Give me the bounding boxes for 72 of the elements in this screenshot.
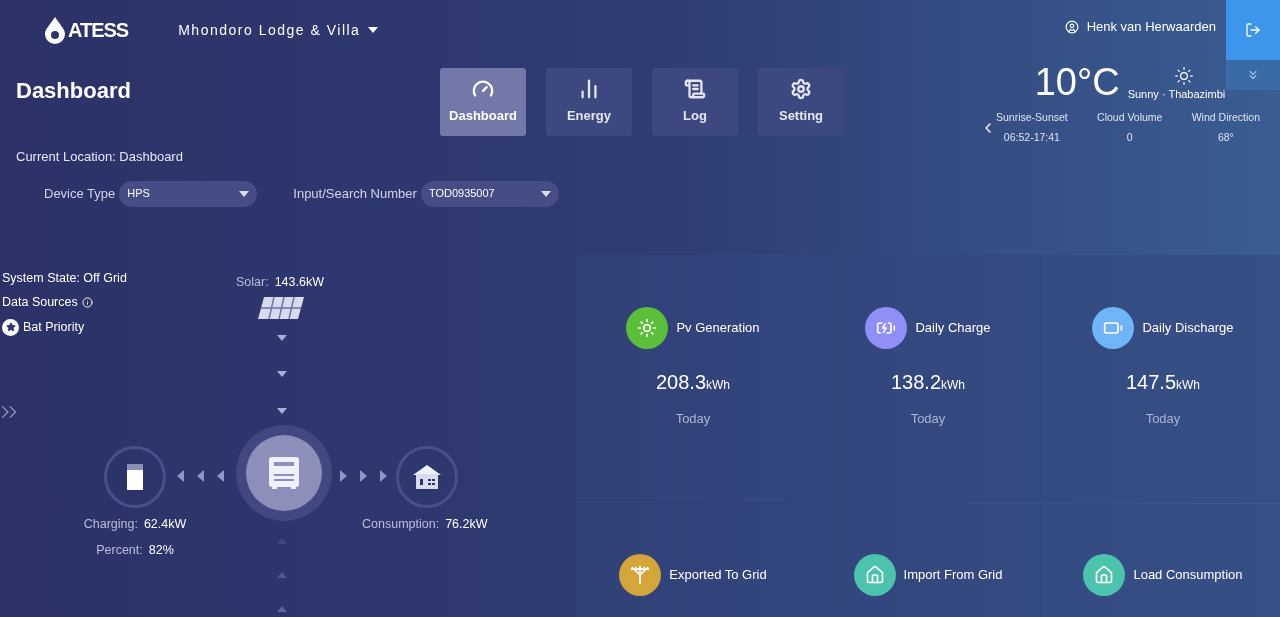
flow-arrow-icon xyxy=(177,469,184,482)
flow-arrow-icon xyxy=(217,469,224,482)
solar-panel-icon xyxy=(258,296,304,319)
stat-label: Pv Generation xyxy=(676,318,760,337)
stat-value: 138.2kWh xyxy=(890,369,966,395)
stat-label: Daily Charge xyxy=(915,318,991,337)
weather-value: 0 xyxy=(1126,129,1133,145)
flow-arrow-icon xyxy=(277,571,287,578)
page-title: Dashboard xyxy=(16,77,132,105)
log-icon xyxy=(684,78,706,101)
filter-dropdown[interactable]: HPS xyxy=(119,180,258,207)
battery-value: 82% xyxy=(148,542,174,560)
weather-condition: Sunny · Thabazimbi xyxy=(1127,86,1226,102)
stat-period: Today xyxy=(675,409,711,428)
star-badge-icon xyxy=(2,318,19,336)
info-icon[interactable] xyxy=(81,297,93,309)
system-state: System State: Off Grid xyxy=(2,269,127,287)
user-icon xyxy=(1064,20,1079,34)
battery-value: 62.4kW xyxy=(143,515,187,533)
logout-icon xyxy=(1245,22,1261,38)
consumption-value: 76.2kW xyxy=(445,515,488,533)
double-chevron-down-icon xyxy=(1246,68,1260,82)
weather-value: 06:52-17:41 xyxy=(1003,129,1060,145)
flow-arrow-icon xyxy=(340,469,347,482)
weather-label: Sunrise-Sunset xyxy=(996,110,1068,125)
weather-label: Wind Direction xyxy=(1191,110,1260,125)
stat-label: Exported To Grid xyxy=(669,565,767,584)
weather-label: Cloud Volume xyxy=(1097,110,1163,125)
caret-icon xyxy=(368,27,379,33)
consumption-label: Consumption: xyxy=(362,515,440,533)
solar-value: 143.6kW xyxy=(274,273,324,291)
flow-arrow-icon xyxy=(277,605,287,612)
battery-label: Percent: xyxy=(96,542,143,560)
stat-label: Daily Discharge xyxy=(1142,318,1234,337)
breadcrumb: Current Location: Dashboard xyxy=(16,148,184,166)
nav-tab[interactable]: Energy xyxy=(546,68,632,136)
site-selector[interactable]: Mhondoro Lodge & Villa xyxy=(178,19,379,41)
flow-arrow-icon xyxy=(197,469,204,482)
temperature: 10°C xyxy=(1034,62,1120,102)
flow-arrow-icon xyxy=(360,469,367,482)
stat-label: Load Consumption xyxy=(1133,565,1243,584)
caret-icon xyxy=(239,190,250,197)
flow-arrow-icon xyxy=(277,334,287,341)
stat-period: Today xyxy=(910,409,946,428)
filter-label: Device Type xyxy=(44,184,116,203)
user-name[interactable]: Henk van Herwaarden xyxy=(1086,17,1216,37)
gear-icon xyxy=(790,78,812,101)
nav-tab[interactable]: Dashboard xyxy=(440,68,526,136)
inverter-icon xyxy=(269,456,299,489)
battery-icon xyxy=(127,463,143,490)
stat-value: 208.3kWh xyxy=(655,369,731,395)
caret-icon xyxy=(540,190,551,197)
sun-icon xyxy=(1174,65,1195,86)
solar-label: Solar: xyxy=(236,273,269,291)
stat-value: 147.5kWh xyxy=(1125,369,1201,395)
filter-dropdown[interactable]: TOD0935007 xyxy=(420,180,559,207)
stat-label: Import From Grid xyxy=(903,565,1003,584)
mode-label: Bat Priority xyxy=(23,319,85,336)
house-icon xyxy=(413,464,441,489)
bars-icon xyxy=(578,78,600,101)
atess-logo[interactable]: ATESS xyxy=(44,15,129,45)
nav-tab[interactable]: Log xyxy=(652,68,738,136)
drop-logo-icon xyxy=(44,16,66,44)
flow-arrow-icon xyxy=(277,370,287,377)
flow-arrow-icon xyxy=(277,407,287,414)
data-sources-label: Data Sources xyxy=(2,294,78,312)
battery-label: Charging: xyxy=(83,515,138,533)
stat-period: Today xyxy=(1145,409,1181,428)
nav-tab[interactable]: Setting xyxy=(758,68,844,136)
flow-arrow-icon xyxy=(380,469,387,482)
filter-label: Input/Search Number xyxy=(293,184,417,203)
weather-value: 68° xyxy=(1217,129,1234,145)
